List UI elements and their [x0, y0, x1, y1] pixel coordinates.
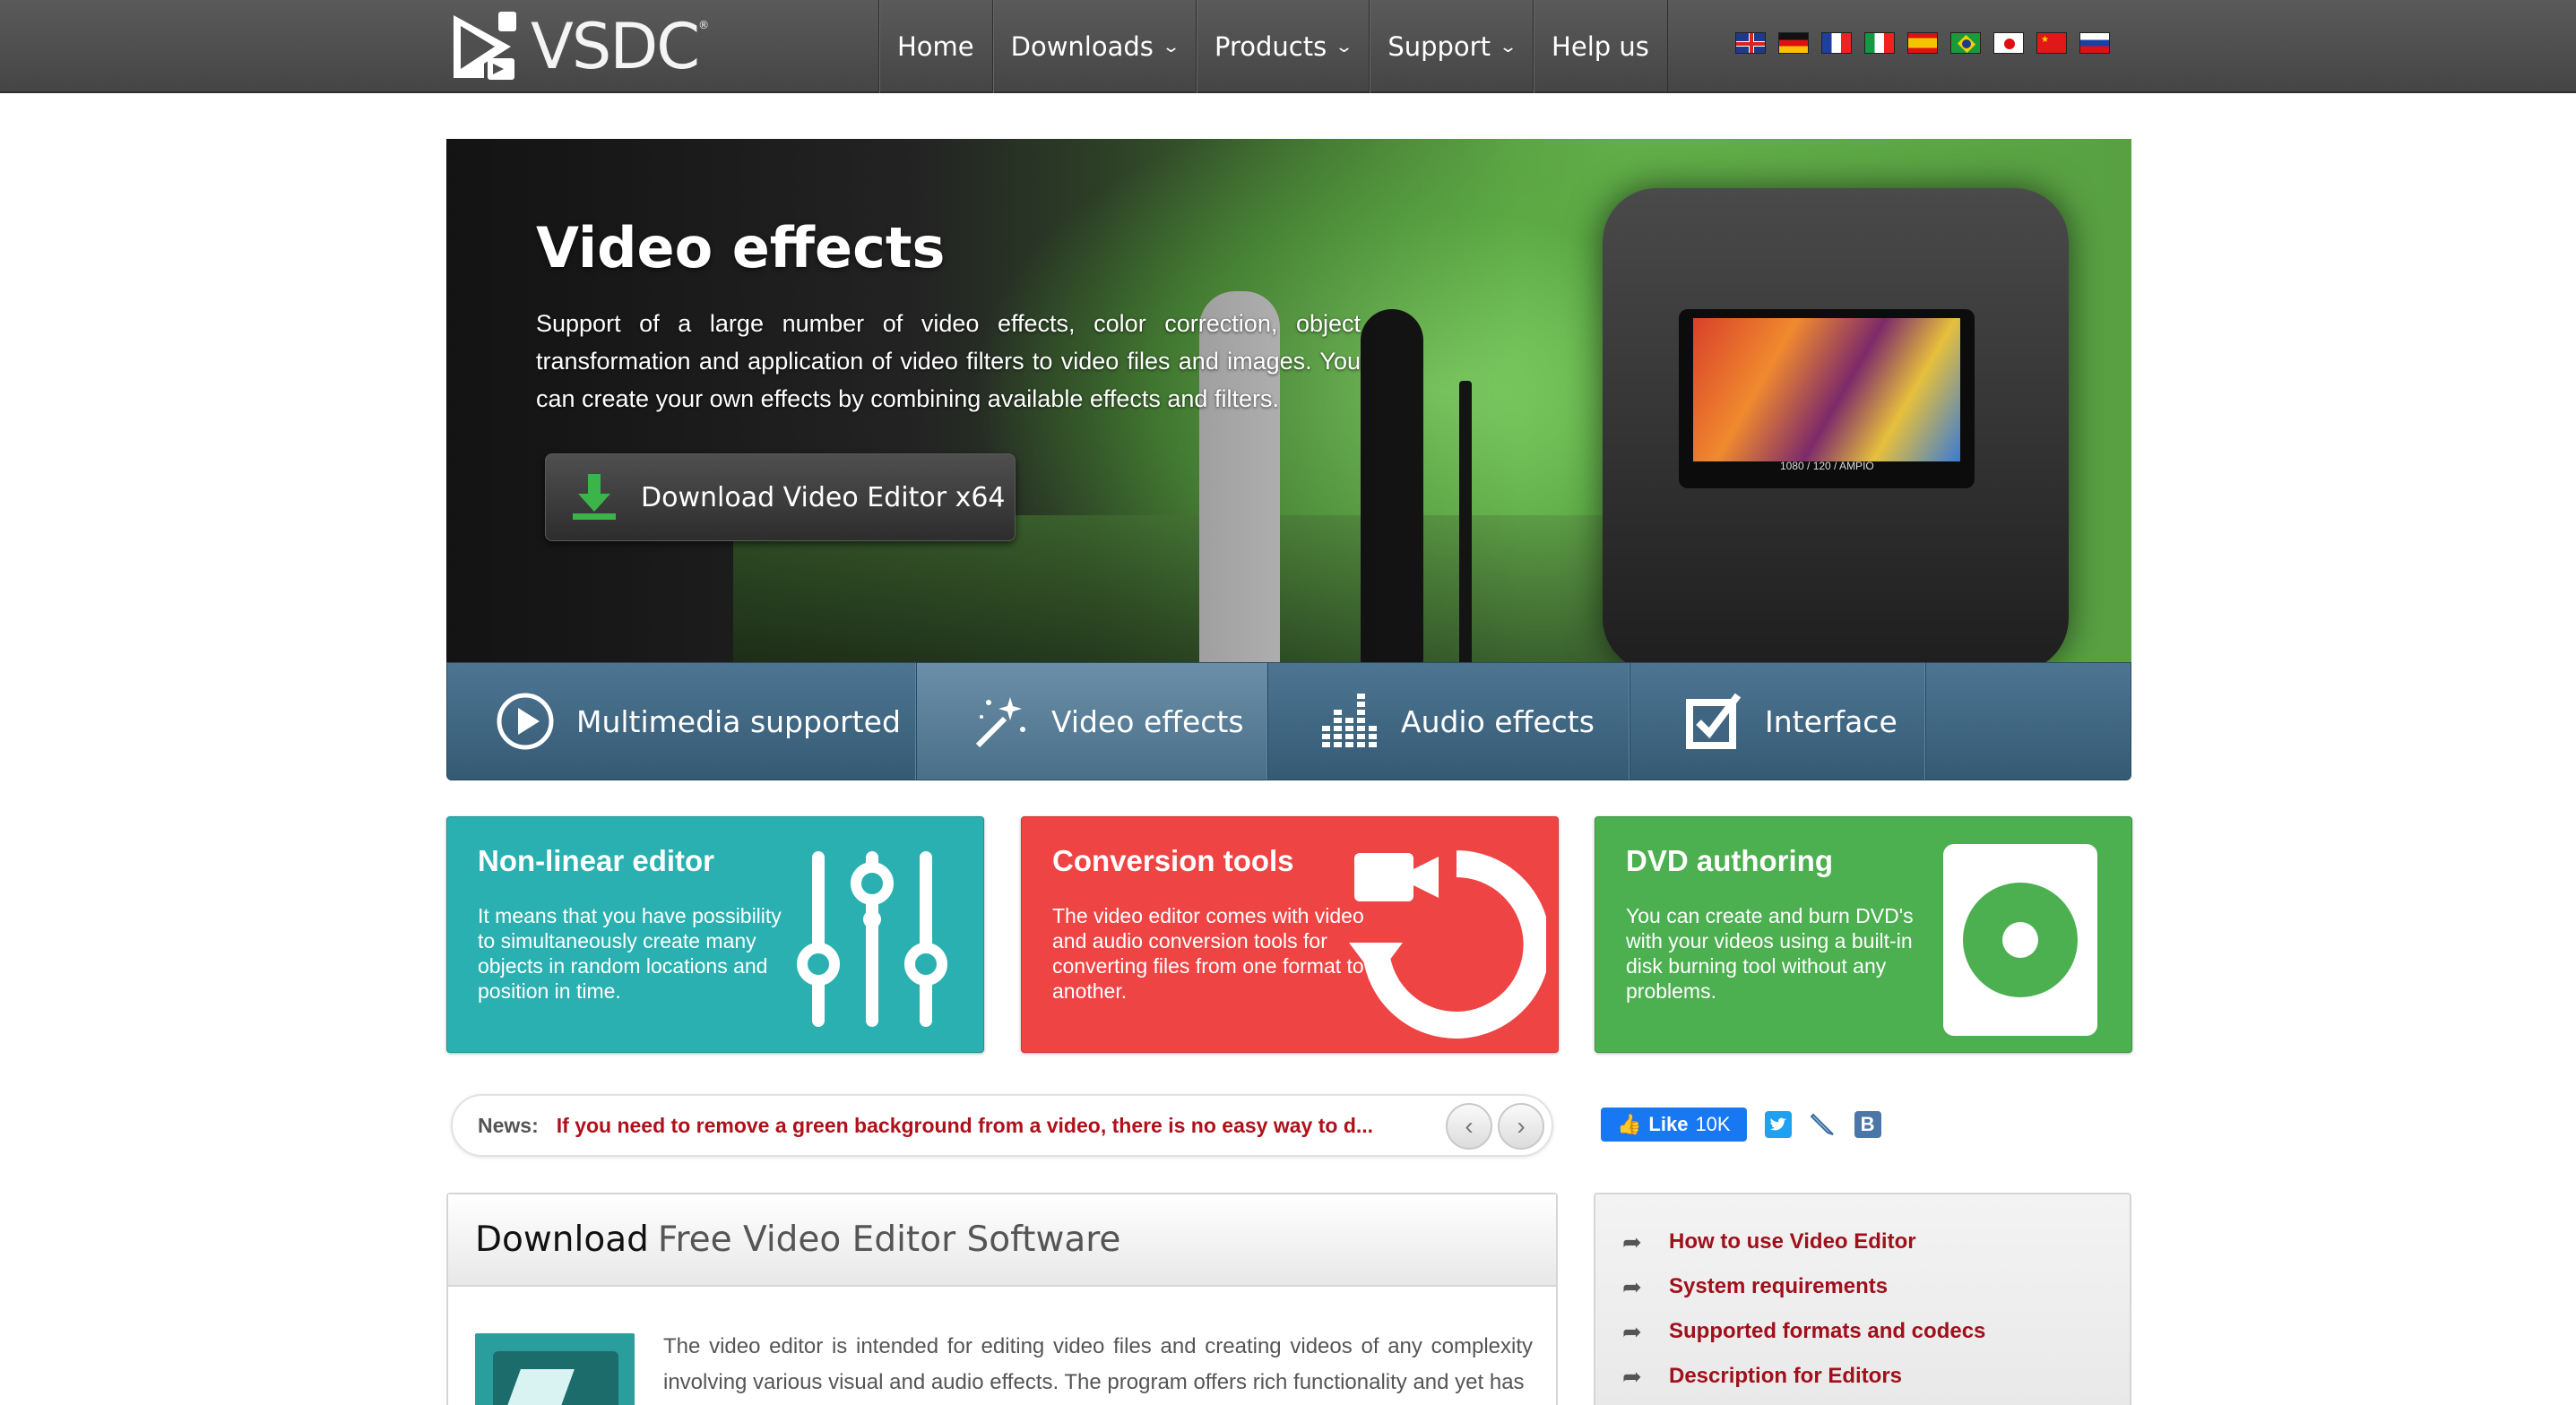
nav-help-us[interactable]: Help us [1533, 0, 1668, 93]
card-title: Conversion tools [1052, 844, 1294, 877]
nav-help-us-label: Help us [1552, 31, 1649, 62]
panel-title-strong: Download [475, 1220, 649, 1260]
tab-audio-effects[interactable]: Audio effects [1268, 663, 1630, 780]
hero-description: Support of a large number of video effec… [536, 310, 1361, 412]
chevron-left-icon: ‹ [1465, 1112, 1474, 1140]
nav-products[interactable]: Products ⌄ [1196, 0, 1369, 93]
card-non-linear-editor[interactable]: Non-linear editor It means that you have… [446, 816, 984, 1053]
card-text: The video editor comes with video and au… [1052, 904, 1364, 1003]
panel-title-light: Free Video Editor Software [657, 1220, 1121, 1260]
german-flag[interactable] [1778, 32, 1809, 54]
equalizer-icon [1322, 694, 1377, 747]
download-arrow-icon [573, 474, 616, 520]
play-circle-icon [497, 693, 554, 750]
link-label: How to use Video Editor [1669, 1229, 1916, 1254]
italian-flag[interactable] [1864, 32, 1895, 54]
nav-home[interactable]: Home [878, 0, 992, 93]
nav-home-label: Home [897, 31, 974, 62]
magic-wand-icon [975, 697, 1025, 748]
french-flag[interactable] [1821, 32, 1852, 54]
link-label: System requirements [1669, 1274, 1889, 1298]
card-conversion-tools[interactable]: Conversion tools The video editor comes … [1021, 816, 1559, 1053]
chinese-flag[interactable]: ★ [2036, 32, 2067, 54]
tab-interface[interactable]: Interface [1630, 663, 1926, 780]
card-title: DVD authoring [1626, 844, 1833, 877]
chevron-down-icon: ⌄ [1161, 37, 1181, 56]
news-label: News: [478, 1113, 539, 1137]
link-how-to-use[interactable]: ➦ How to use Video Editor [1595, 1220, 2130, 1264]
like-count: 10K [1695, 1113, 1731, 1135]
link-supported-formats[interactable]: ➦ Supported formats and codecs [1595, 1309, 2130, 1354]
nav-downloads-label: Downloads [1010, 31, 1154, 62]
nav-downloads[interactable]: Downloads ⌄ [991, 0, 1196, 93]
download-panel: Download Free Video Editor Software The … [446, 1193, 1558, 1405]
card-title: Non-linear editor [478, 844, 715, 877]
japanese-flag[interactable] [1993, 32, 2024, 54]
tab-label: Video effects [1051, 703, 1244, 739]
vk-icon[interactable]: B [1854, 1111, 1881, 1138]
facebook-like-button[interactable]: 👍 Like 10K [1601, 1108, 1747, 1142]
download-video-editor-button[interactable]: Download Video Editor x64 [545, 453, 1016, 541]
nav-support-label: Support [1387, 31, 1491, 62]
news-prev-button[interactable]: ‹ [1446, 1103, 1492, 1150]
card-text: You can create and burn DVD's with your … [1626, 904, 1914, 1003]
chevron-right-icon: › [1517, 1112, 1526, 1140]
edit-checkbox-icon [1686, 693, 1742, 749]
logo-text: VSDC® [531, 10, 709, 83]
tab-label: Multimedia supported [576, 703, 901, 739]
spanish-flag[interactable] [1907, 32, 1938, 54]
chevron-down-icon: ⌄ [1335, 37, 1354, 56]
top-navigation-bar: VSDC® Home Downloads ⌄ Products ⌄ Support ⌄… [0, 0, 2576, 93]
vsdc-logo-icon [454, 12, 516, 80]
tab-label: Interface [1765, 703, 1897, 739]
tab-video-effects[interactable]: Video effects [917, 663, 1268, 780]
livejournal-icon[interactable] [1810, 1111, 1837, 1138]
nav-support[interactable]: Support ⌄ [1369, 0, 1533, 93]
card-dvd-authoring[interactable]: DVD authoring You can create and burn DV… [1595, 816, 2132, 1053]
news-arrows: ‹ › [1446, 1103, 1544, 1150]
card-text: It means that you have possibility to si… [478, 904, 782, 1003]
like-label: Like [1648, 1113, 1689, 1135]
camera-screen-caption: 1080 / 120 / AMPIO [1780, 460, 1874, 472]
twitter-icon[interactable] [1764, 1111, 1792, 1138]
chevron-down-icon: ⌄ [1498, 37, 1518, 56]
camera-screen-image [1693, 318, 1960, 461]
share-arrow-icon: ➦ [1622, 1272, 1642, 1300]
news-next-button[interactable]: › [1498, 1103, 1544, 1150]
hero-title: Video effects [536, 215, 946, 280]
link-label: Supported formats and codecs [1669, 1319, 1986, 1343]
share-arrow-icon: ➦ [1622, 1362, 1642, 1390]
feature-tabs: Multimedia supported Video effects Audio… [446, 662, 2131, 780]
russian-flag[interactable] [2079, 32, 2110, 54]
disc-icon [1943, 844, 2097, 1036]
tab-multimedia-supported[interactable]: Multimedia supported [447, 663, 917, 780]
brazilian-flag[interactable] [1950, 32, 1981, 54]
share-arrow-icon: ➦ [1622, 1317, 1642, 1345]
share-arrow-icon: ➦ [1622, 1228, 1642, 1255]
download-panel-text: The video editor is intended for editing… [663, 1334, 1533, 1394]
video-editor-thumbnail [475, 1333, 635, 1405]
link-label: Description for Editors [1669, 1364, 1903, 1388]
thumbs-up-icon: 👍 [1617, 1113, 1642, 1135]
download-button-label: Download Video Editor x64 [641, 481, 1006, 513]
news-ticker: News: If you need to remove a green back… [451, 1094, 1553, 1157]
main-nav: Home Downloads ⌄ Products ⌄ Support ⌄ Help … [878, 0, 1668, 93]
quick-links-panel: ➦ How to use Video Editor ➦ System requi… [1594, 1193, 2131, 1405]
tab-label: Audio effects [1401, 703, 1595, 739]
video-convert-icon [1349, 850, 1546, 1039]
download-panel-header: Download Free Video Editor Software [448, 1194, 1556, 1287]
sliders-icon [797, 851, 947, 1027]
language-selector: ★ [1735, 32, 2110, 54]
news-headline-link[interactable]: If you need to remove a green background… [557, 1114, 1373, 1138]
nav-products-label: Products [1215, 31, 1327, 62]
link-system-requirements[interactable]: ➦ System requirements [1595, 1264, 2130, 1309]
vsdc-logo[interactable]: VSDC® [448, 7, 709, 86]
link-description-for-editors[interactable]: ➦ Description for Editors [1595, 1354, 2130, 1399]
social-bar: 👍 Like 10K B [1601, 1108, 1881, 1142]
english-flag[interactable] [1735, 32, 1766, 54]
